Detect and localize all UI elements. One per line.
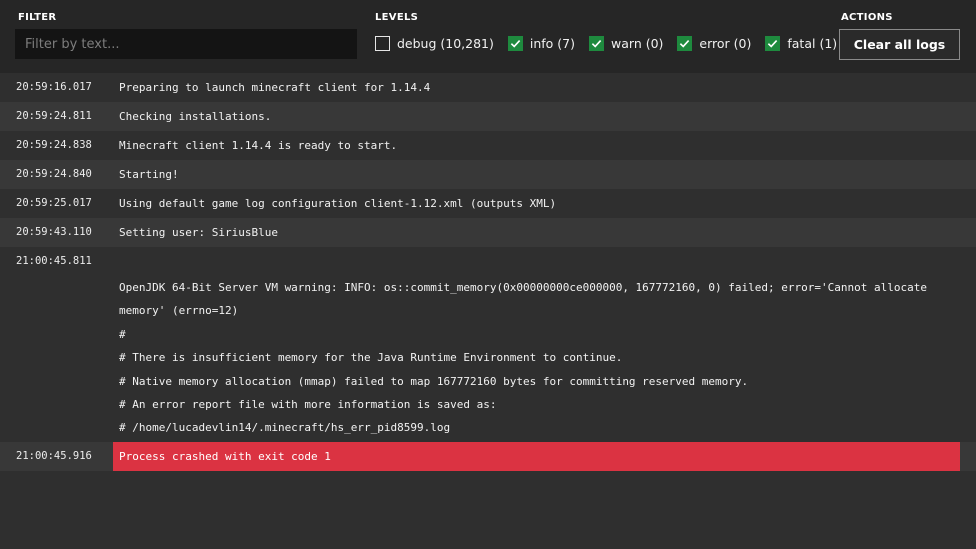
level-fatal-label: fatal (1) — [787, 36, 838, 51]
log-message-line: OpenJDK 64-Bit Server VM warning: INFO: … — [119, 281, 927, 294]
level-error-label: error (0) — [699, 36, 752, 51]
filter-input[interactable] — [15, 29, 357, 59]
actions-title: ACTIONS — [841, 12, 893, 23]
checkbox-warn[interactable] — [589, 36, 605, 51]
log-message: OpenJDK 64-Bit Server VM warning: INFO: … — [113, 247, 960, 442]
level-fatal[interactable]: fatal (1) — [765, 36, 837, 51]
log-timestamp: 20:59:24.840 — [16, 168, 92, 180]
levels-title: LEVELS — [375, 12, 419, 23]
log-message-fatal: Process crashed with exit code 1 — [113, 441, 960, 471]
level-warn[interactable]: warn (0) — [589, 36, 663, 51]
log-timestamp: 20:59:43.110 — [16, 226, 92, 238]
log-message: Preparing to launch minecraft client for… — [119, 81, 431, 94]
log-list[interactable]: 20:59:16.017 Preparing to launch minecra… — [0, 73, 976, 471]
level-warn-label: warn (0) — [611, 36, 664, 51]
level-error[interactable]: error (0) — [677, 36, 751, 51]
checkmark-icon — [510, 40, 521, 48]
toolbar: FILTER LEVELS debug (10,281) info (7) wa… — [0, 0, 976, 73]
clear-logs-button[interactable]: Clear all logs — [839, 29, 960, 60]
log-timestamp: 20:59:16.017 — [16, 81, 92, 93]
log-timestamp: 21:00:45.916 — [16, 449, 92, 462]
log-message-line: memory' (errno=12) — [119, 304, 239, 318]
log-message-line: # Native memory allocation (mmap) failed… — [119, 374, 749, 388]
filter-title: FILTER — [18, 12, 57, 23]
log-timestamp: 20:59:24.838 — [16, 139, 92, 151]
log-row: 20:59:43.110 Setting user: SiriusBlue — [0, 218, 976, 247]
checkbox-fatal[interactable] — [765, 36, 781, 51]
log-row: 20:59:25.017 Using default game log conf… — [0, 189, 976, 218]
checkmark-icon — [680, 40, 690, 48]
level-info-label: info (7) — [529, 36, 576, 51]
log-message-line: # — [119, 327, 126, 341]
level-info[interactable]: info (7) — [507, 36, 576, 51]
log-timestamp: 20:59:24.811 — [16, 110, 92, 122]
log-message: Starting! — [119, 168, 179, 181]
log-row: 20:59:24.838 Minecraft client 1.14.4 is … — [0, 131, 976, 160]
checkbox-info[interactable] — [507, 36, 523, 51]
log-timestamp: 21:00:45.811 — [16, 255, 92, 267]
level-debug[interactable]: debug (10,281) — [375, 36, 494, 51]
log-message: Minecraft client 1.14.4 is ready to star… — [119, 139, 398, 152]
log-message: Setting user: SiriusBlue — [119, 226, 278, 239]
log-timestamp: 20:59:25.017 — [16, 197, 92, 209]
checkmark-icon — [591, 40, 602, 48]
log-message: Checking installations. — [119, 110, 272, 123]
log-message-line: # There is insufficient memory for the J… — [119, 351, 623, 365]
level-debug-label: debug (10,281) — [397, 36, 494, 51]
checkmark-icon — [768, 40, 778, 48]
log-row: 20:59:24.840 Starting! — [0, 160, 976, 189]
log-row-multiline: 21:00:45.811 OpenJDK 64-Bit Server VM wa… — [0, 247, 976, 442]
log-row: 20:59:24.811 Checking installations. — [0, 102, 976, 131]
level-filters: debug (10,281) info (7) warn (0) error (… — [375, 36, 851, 51]
log-message-line: # /home/lucadevlin14/.minecraft/hs_err_p… — [119, 421, 451, 435]
log-row-fatal: 21:00:45.916 Process crashed with exit c… — [0, 441, 976, 471]
log-message-line: # An error report file with more informa… — [119, 398, 497, 412]
checkbox-debug[interactable] — [375, 36, 390, 51]
checkbox-error[interactable] — [677, 36, 693, 51]
log-message: Using default game log configuration cli… — [119, 197, 557, 210]
log-row: 20:59:16.017 Preparing to launch minecra… — [0, 73, 976, 102]
